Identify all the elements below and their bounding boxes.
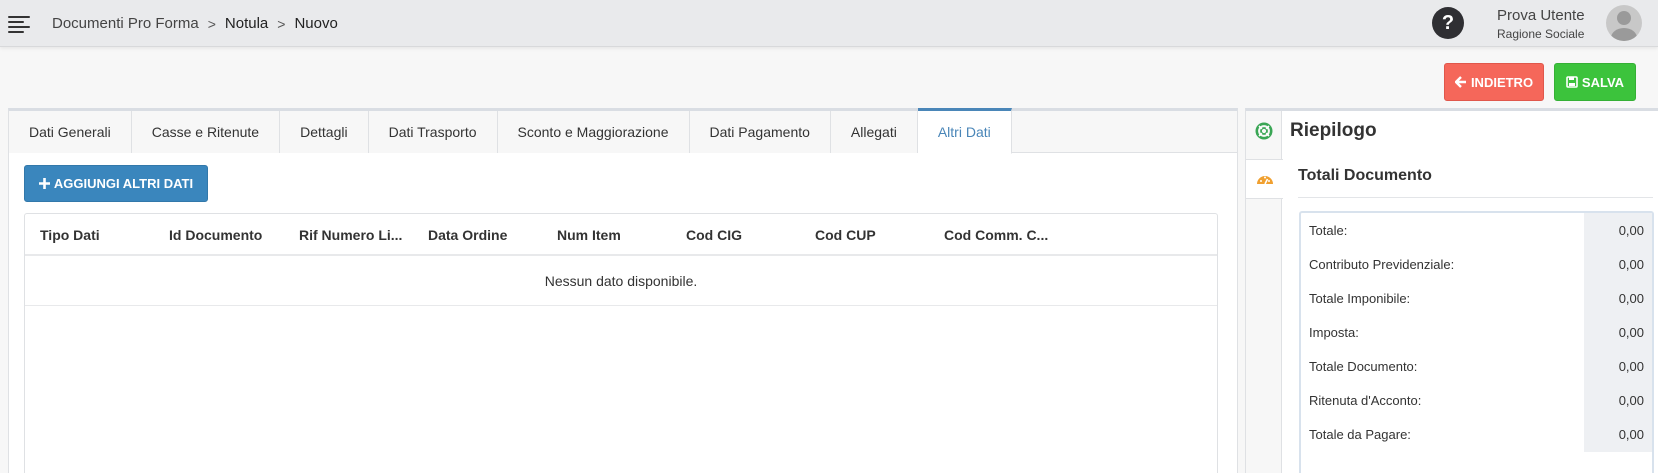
totals-label-totale: Totale: — [1309, 223, 1348, 238]
breadcrumb: Documenti Pro Forma > Notula > Nuovo — [52, 15, 338, 32]
totals-label-imponibile: Totale Imponibile: — [1309, 291, 1411, 306]
main-panel: Dati Generali Casse e Ritenute Dettagli … — [8, 108, 1238, 473]
totals-value-totale-documento: 0,00 — [1584, 349, 1652, 384]
column-header-cod-commessa[interactable]: Cod Comm. C... — [944, 227, 1048, 243]
save-button[interactable]: SALVA — [1554, 63, 1636, 101]
totals-row: Imposta: 0,00 — [1301, 315, 1652, 351]
grid-empty-message: Nessun dato disponibile. — [25, 256, 1217, 306]
dashboard-side-tab[interactable] — [1246, 159, 1283, 199]
breadcrumb-separator: > — [277, 15, 286, 32]
totals-row: Contributo Previdenziale: 0,00 — [1301, 247, 1652, 283]
add-altri-dati-button[interactable]: AGGIUNGI ALTRI DATI — [24, 165, 208, 202]
dashboard-gauge-icon — [1256, 176, 1273, 185]
column-header-cod-cig[interactable]: Cod CIG — [686, 227, 742, 243]
totals-table: Totale: 0,00 Contributo Previdenziale: 0… — [1299, 211, 1654, 473]
totals-row: Ritenuta d'Acconto: 0,00 — [1301, 383, 1652, 419]
totals-row: Totale da Pagare: 0,00 — [1301, 417, 1652, 453]
tab-dettagli[interactable]: Dettagli — [280, 111, 369, 153]
top-bar: Documenti Pro Forma > Notula > Nuovo ? P… — [0, 0, 1658, 47]
save-button-label: SALVA — [1581, 74, 1625, 90]
user-name[interactable]: Prova Utente — [1497, 7, 1585, 24]
plus-icon — [38, 178, 50, 189]
breadcrumb-item-notula[interactable]: Notula — [225, 15, 268, 32]
column-header-rif-numero-linea[interactable]: Rif Numero Li... — [299, 227, 402, 243]
totals-value-da-pagare: 0,00 — [1584, 417, 1652, 452]
side-tab-bar — [1246, 111, 1283, 473]
summary-panel: Riepilogo Totali Documento Totale: 0,00 … — [1245, 108, 1658, 473]
totals-value-imposta: 0,00 — [1584, 315, 1652, 350]
summary-subtitle: Totali Documento — [1298, 167, 1432, 184]
column-header-data-ordine[interactable]: Data Ordine — [428, 227, 507, 243]
tab-bar: Dati Generali Casse e Ritenute Dettagli … — [9, 108, 1237, 154]
column-header-num-item[interactable]: Num Item — [557, 227, 621, 243]
totals-label-contributo: Contributo Previdenziale: — [1309, 257, 1455, 272]
tab-allegati[interactable]: Allegati — [830, 111, 918, 153]
life-ring-icon — [1255, 122, 1273, 140]
totals-label-ritenuta: Ritenuta d'Acconto: — [1309, 393, 1422, 408]
totals-row: Totale: 0,00 — [1301, 213, 1652, 249]
altri-dati-grid: Tipo Dati Id Documento Rif Numero Li... … — [24, 213, 1218, 473]
totals-label-imposta: Imposta: — [1309, 325, 1359, 340]
breadcrumb-item-documenti[interactable]: Documenti Pro Forma — [52, 15, 199, 32]
totals-value-imponibile: 0,00 — [1584, 281, 1652, 316]
floppy-disk-icon — [1566, 76, 1578, 88]
tab-dati-trasporto[interactable]: Dati Trasporto — [368, 111, 498, 153]
totals-row: Totale Imponibile: 0,00 — [1301, 281, 1652, 317]
totals-value-totale: 0,00 — [1584, 213, 1652, 248]
breadcrumb-item-nuovo: Nuovo — [294, 15, 338, 32]
totals-value-contributo: 0,00 — [1584, 247, 1652, 282]
back-button-label: INDIETRO — [1470, 74, 1534, 90]
user-avatar-icon[interactable] — [1606, 5, 1642, 41]
column-header-id-documento[interactable]: Id Documento — [169, 227, 262, 243]
question-circle-icon[interactable]: ? — [1432, 7, 1464, 39]
summary-divider — [1298, 197, 1653, 198]
summary-side-tab[interactable] — [1246, 111, 1282, 151]
totals-label-da-pagare: Totale da Pagare: — [1309, 427, 1411, 442]
add-button-label: AGGIUNGI ALTRI DATI — [53, 176, 194, 191]
tab-casse-ritenute[interactable]: Casse e Ritenute — [131, 111, 281, 153]
column-header-cod-cup[interactable]: Cod CUP — [815, 227, 876, 243]
back-button[interactable]: INDIETRO — [1444, 63, 1544, 101]
tab-dati-generali[interactable]: Dati Generali — [9, 111, 132, 153]
breadcrumb-separator: > — [207, 15, 216, 32]
tab-dati-pagamento[interactable]: Dati Pagamento — [689, 111, 831, 153]
tab-altri-dati[interactable]: Altri Dati — [917, 108, 1012, 154]
summary-title: Riepilogo — [1290, 120, 1377, 141]
grid-header: Tipo Dati Id Documento Rif Numero Li... … — [25, 214, 1217, 256]
totals-row: Totale Documento: 0,00 — [1301, 349, 1652, 385]
totals-value-ritenuta: 0,00 — [1584, 383, 1652, 418]
tab-sconto-maggiorazione[interactable]: Sconto e Maggiorazione — [497, 111, 690, 153]
arrow-left-icon — [1454, 76, 1466, 88]
hamburger-menu-icon[interactable] — [8, 14, 30, 33]
column-header-tipo-dati[interactable]: Tipo Dati — [40, 227, 100, 243]
totals-label-totale-documento: Totale Documento: — [1309, 359, 1418, 374]
user-company: Ragione Sociale — [1497, 27, 1585, 41]
